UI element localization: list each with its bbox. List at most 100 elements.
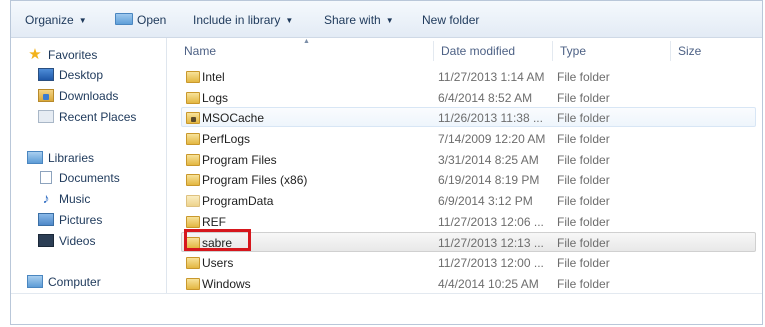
file-name: Windows (202, 277, 251, 291)
column-type-label: Type (560, 44, 587, 58)
folder-icon (186, 278, 200, 290)
column-date-label: Date modified (441, 44, 516, 58)
nav-libraries-label: Libraries (48, 151, 95, 165)
locked-folder-icon (186, 112, 200, 124)
file-date: 7/14/2009 12:20 AM (438, 132, 546, 146)
column-name-label: Name (184, 44, 217, 58)
file-row-logs[interactable]: Logs 6/4/2014 8:52 AM File folder (181, 87, 756, 107)
file-date: 6/19/2014 8:19 PM (438, 173, 540, 187)
downloads-icon (38, 89, 54, 102)
file-name: ProgramData (202, 194, 274, 208)
file-name: PerfLogs (202, 132, 251, 146)
file-date: 11/27/2013 1:14 AM (438, 70, 545, 84)
nav-music-label: Music (59, 192, 91, 206)
recent-places-icon (38, 110, 54, 123)
star-icon: ★ (28, 46, 42, 63)
share-with-button[interactable]: Share with ▼ (324, 12, 394, 28)
file-name: Intel (202, 70, 225, 84)
file-type: File folder (557, 215, 610, 229)
file-row-ref[interactable]: REF 11/27/2013 12:06 ... File folder (181, 211, 756, 231)
open-button[interactable]: Open (115, 12, 166, 28)
file-date: 11/27/2013 12:13 ... (438, 236, 544, 250)
file-type: File folder (557, 91, 610, 105)
file-type: File folder (557, 173, 610, 187)
folder-icon (186, 174, 200, 186)
details-pane (11, 293, 762, 324)
computer-icon (27, 275, 43, 288)
column-divider[interactable] (552, 41, 553, 61)
file-type: File folder (557, 132, 610, 146)
file-row-programdata[interactable]: ProgramData 6/9/2014 3:12 PM File folder (181, 190, 756, 210)
column-header-size[interactable]: Size (678, 42, 701, 60)
column-header-name[interactable]: Name (184, 42, 216, 60)
file-date: 6/9/2014 3:12 PM (438, 194, 533, 208)
folder-icon (186, 92, 200, 104)
file-type: File folder (557, 277, 610, 291)
folder-icon (186, 257, 200, 269)
file-name: Users (202, 256, 234, 270)
file-name: Program Files (202, 153, 277, 167)
file-type: File folder (557, 153, 610, 167)
open-label: Open (137, 13, 167, 27)
documents-icon (40, 171, 52, 184)
file-row-program-files[interactable]: Program Files 3/31/2014 8:25 AM File fol… (181, 149, 756, 169)
file-row-program-files-x86[interactable]: Program Files (x86) 6/19/2014 8:19 PM Fi… (181, 169, 756, 189)
include-in-library-button[interactable]: Include in library ▼ (193, 12, 293, 28)
column-divider[interactable] (670, 41, 671, 61)
file-name: REF (202, 215, 226, 229)
file-name: Program Files (x86) (202, 173, 308, 187)
nav-documents-label: Documents (59, 171, 120, 185)
file-date: 11/27/2013 12:00 ... (438, 256, 544, 270)
file-name: Logs (202, 91, 229, 105)
nav-favorites-label: Favorites (48, 48, 98, 62)
file-type: File folder (557, 70, 610, 84)
column-header-date[interactable]: Date modified (441, 42, 515, 60)
libraries-icon (27, 151, 43, 164)
file-row-intel[interactable]: Intel 11/27/2013 1:14 AM File folder (181, 66, 756, 86)
share-label: Share with (324, 13, 381, 27)
folder-icon (186, 216, 200, 228)
file-type: File folder (557, 111, 610, 125)
folder-open-icon (115, 13, 133, 25)
chevron-down-icon: ▼ (385, 15, 394, 25)
file-type: File folder (557, 256, 610, 270)
file-date: 11/26/2013 11:38 ... (438, 111, 543, 125)
nav-desktop-label: Desktop (59, 68, 104, 82)
file-date: 3/31/2014 8:25 AM (438, 153, 539, 167)
explorer-window: Organize ▼ Open Include in library ▼ Share… (10, 0, 763, 325)
column-divider[interactable] (433, 41, 434, 61)
desktop-icon (38, 68, 54, 81)
nav-videos-label: Videos (59, 234, 96, 248)
file-row-msocache[interactable]: MSOCache 11/26/2013 11:38 ... File folde… (181, 107, 756, 127)
file-list: Name ▲ Date modified Type Size Intel 11/… (167, 38, 762, 294)
file-date: 11/27/2013 12:06 ... (438, 215, 544, 229)
chevron-down-icon: ▼ (285, 15, 294, 25)
videos-icon (38, 234, 54, 247)
nav-recent-label: Recent Places (59, 110, 137, 124)
folder-icon (186, 154, 200, 166)
file-type: File folder (557, 236, 610, 250)
file-date: 6/4/2014 8:52 AM (438, 91, 533, 105)
new-folder-label: New folder (422, 13, 480, 27)
highlight-annotation (184, 229, 251, 251)
chevron-down-icon: ▼ (78, 15, 87, 25)
pictures-icon (38, 213, 54, 226)
navigation-pane: ★ Favorites Desktop Downloads Recent Pla… (11, 38, 167, 294)
organize-label: Organize (25, 13, 74, 27)
nav-computer-label: Computer (48, 275, 101, 289)
new-folder-button[interactable]: New folder (422, 12, 479, 28)
nav-downloads-label: Downloads (59, 89, 119, 103)
file-row-users[interactable]: Users 11/27/2013 12:00 ... File folder (181, 252, 756, 272)
file-date: 4/4/2014 10:25 AM (438, 277, 539, 291)
file-row-perflogs[interactable]: PerfLogs 7/14/2009 12:20 AM File folder (181, 128, 756, 148)
command-bar: Organize ▼ Open Include in library ▼ Share… (11, 1, 762, 38)
column-header-type[interactable]: Type (560, 42, 586, 60)
organize-button[interactable]: Organize ▼ (25, 12, 87, 28)
include-label: Include in library (193, 13, 281, 27)
music-note-icon: ♪ (42, 190, 50, 206)
folder-icon (186, 133, 200, 145)
file-row-windows[interactable]: Windows 4/4/2014 10:25 AM File folder (181, 273, 756, 293)
file-row-sabre[interactable]: sabre 11/27/2013 12:13 ... File folder (181, 232, 756, 252)
hidden-folder-icon (186, 195, 200, 207)
nav-pictures-label: Pictures (59, 213, 103, 227)
